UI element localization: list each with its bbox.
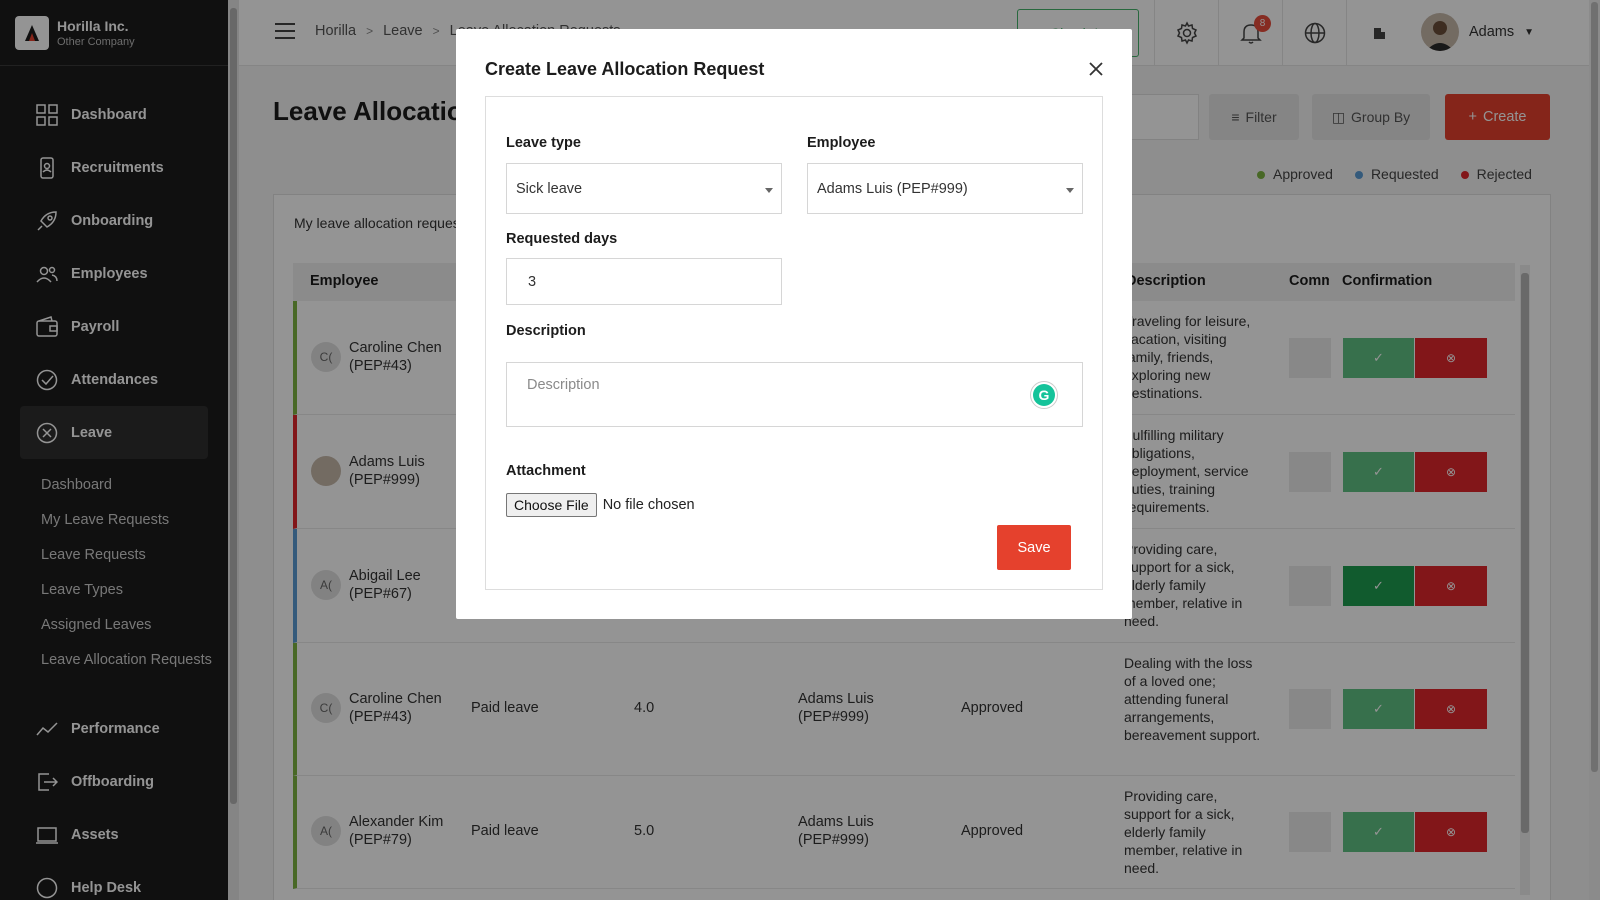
description-textarea[interactable]: Description G	[506, 362, 1083, 427]
employee-value: Adams Luis (PEP#999)	[817, 181, 968, 197]
file-status: No file chosen	[602, 497, 695, 513]
allocation-form: Leave type Sick leave Employee Adams Lui…	[485, 96, 1103, 590]
requested-days-input[interactable]: 3	[506, 258, 782, 305]
chevron-down-icon	[765, 188, 773, 193]
chevron-down-icon	[1066, 188, 1074, 193]
description-label: Description	[506, 323, 586, 339]
employee-select[interactable]: Adams Luis (PEP#999)	[807, 163, 1083, 214]
attachment-input: Choose File No file chosen	[506, 493, 695, 517]
leave-type-label: Leave type	[506, 135, 581, 151]
description-placeholder: Description	[527, 377, 600, 393]
save-button[interactable]: Save	[997, 525, 1071, 570]
leave-type-value: Sick leave	[516, 181, 583, 197]
close-button[interactable]	[1086, 59, 1106, 79]
attachment-label: Attachment	[506, 463, 586, 479]
close-icon	[1089, 62, 1103, 76]
choose-file-button[interactable]: Choose File	[506, 493, 597, 517]
modal-title: Create Leave Allocation Request	[485, 59, 765, 79]
create-leave-allocation-modal: Create Leave Allocation Request Leave ty…	[456, 29, 1132, 619]
requested-days-label: Requested days	[506, 231, 618, 247]
grammarly-icon[interactable]: G	[1030, 381, 1058, 409]
employee-label: Employee	[807, 135, 876, 151]
leave-type-select[interactable]: Sick leave	[506, 163, 782, 214]
